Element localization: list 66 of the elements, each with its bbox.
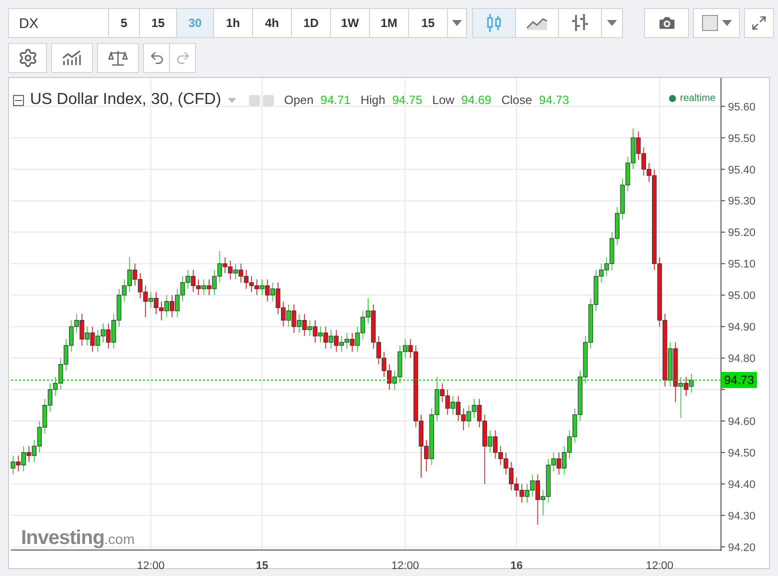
compare-button[interactable]: [97, 43, 139, 73]
price-tick-label: 95.00: [728, 290, 756, 302]
ohlc-value: 94.71: [320, 92, 351, 109]
interval-tab[interactable]: 1M: [369, 8, 409, 38]
caret-icon: [722, 20, 732, 26]
instrument-title: US Dollar Index, 30, (CFD): [30, 90, 222, 110]
chart-type-button[interactable]: [472, 8, 516, 38]
price-tick-label: 94.40: [728, 478, 756, 491]
caret-icon: [452, 20, 462, 26]
price-tick-label: 94.20: [728, 542, 756, 554]
ohlc-value: 94.75: [392, 92, 422, 109]
last-price-label: 94.73: [721, 372, 758, 388]
ohlc-label: Low: [432, 92, 454, 109]
redo-icon: [174, 50, 190, 66]
chart-type-dropdown-button[interactable]: [601, 8, 623, 38]
price-tick-label: 95.60: [728, 101, 756, 114]
ohlc-bars-icon: [571, 13, 589, 33]
investing-logo: Investing.com: [21, 526, 135, 551]
price-tick-label: 95.40: [728, 164, 756, 176]
price-tick-label: 94.50: [728, 447, 756, 460]
ohlc-label: Open: [284, 92, 314, 109]
interval-tab[interactable]: 15: [408, 8, 448, 38]
screenshot-button[interactable]: [644, 8, 689, 38]
interval-tab[interactable]: 1h: [213, 8, 253, 38]
settings-button[interactable]: [8, 43, 47, 73]
price-tick-label: 94.30: [728, 510, 756, 522]
color-swatch-icon: [702, 15, 718, 31]
candlestick-icon: [486, 13, 502, 33]
time-tick-label: 12:00: [391, 560, 419, 570]
collapse-icon[interactable]: [13, 94, 24, 106]
price-tick-label: 95.30: [728, 196, 756, 208]
price-tick-label: 94.60: [728, 416, 756, 428]
line-chart-icon: [526, 16, 548, 30]
undo-icon: [148, 50, 164, 66]
balance-scale-icon: [108, 50, 128, 66]
indicators-icon: [62, 50, 82, 66]
ohlc-label: High: [360, 92, 386, 109]
interval-dropdown-button[interactable]: [447, 8, 467, 38]
chart-type-button[interactable]: [558, 8, 602, 38]
color-picker-button[interactable]: [693, 8, 740, 38]
day-tick-label: 15: [256, 560, 268, 570]
time-tick-label: 12:00: [137, 560, 165, 570]
chart-type-button[interactable]: [515, 8, 559, 38]
caret-icon: [607, 20, 617, 26]
ohlc-value: 94.73: [539, 92, 570, 109]
interval-tab[interactable]: 15: [139, 8, 177, 38]
interval-tab[interactable]: 1W: [330, 8, 370, 38]
day-tick-label: 16: [510, 560, 523, 570]
price-tick-label: 94.80: [728, 353, 756, 366]
price-tick-label: 95.20: [728, 227, 756, 240]
price-tick-label: 95.10: [728, 258, 756, 271]
indicators-button[interactable]: [51, 43, 93, 73]
undo-button[interactable]: [143, 43, 170, 73]
caret-icon: [228, 98, 236, 102]
symbol-field[interactable]: DX: [8, 8, 109, 38]
time-tick-label: 12:00: [646, 560, 674, 570]
price-tick-label: 94.90: [728, 322, 756, 334]
fullscreen-button[interactable]: [744, 8, 774, 38]
price-tick-label: 95.50: [728, 132, 756, 145]
interval-tab[interactable]: 4h: [252, 8, 292, 38]
ohlc-value: 94.69: [461, 92, 492, 109]
fullscreen-icon: [751, 15, 767, 31]
realtime-status: realtime: [680, 92, 716, 106]
interval-tab[interactable]: 1D: [291, 8, 331, 38]
interval-tab[interactable]: 5: [108, 8, 140, 38]
ohlc-label: Close: [501, 92, 532, 109]
